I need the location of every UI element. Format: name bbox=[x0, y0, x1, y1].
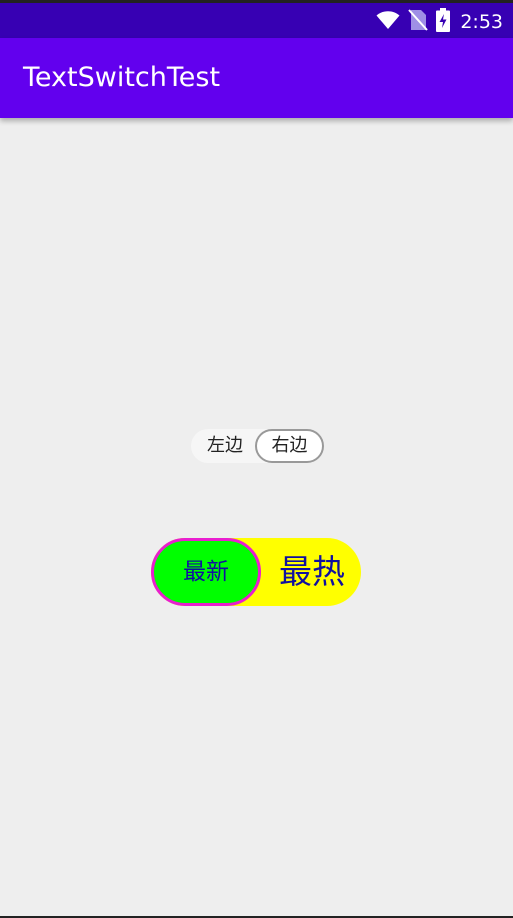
text-switch-small[interactable]: 左边 右边 bbox=[191, 429, 324, 463]
wifi-icon bbox=[376, 10, 400, 34]
large-switch-left-option[interactable]: 最新 bbox=[151, 538, 261, 606]
small-switch-right-option[interactable]: 右边 bbox=[255, 429, 324, 463]
app-title: TextSwitchTest bbox=[23, 62, 221, 93]
battery-charging-icon bbox=[436, 8, 451, 36]
status-icons: 2:53 bbox=[376, 8, 503, 36]
no-sim-icon bbox=[408, 9, 429, 35]
app-bar: TextSwitchTest bbox=[0, 38, 513, 118]
large-switch-right-option[interactable]: 最热 bbox=[263, 538, 361, 606]
text-switch-large[interactable]: 最新 最热 bbox=[151, 538, 361, 606]
status-time: 2:53 bbox=[460, 11, 503, 33]
small-switch-left-option[interactable]: 左边 bbox=[191, 429, 259, 463]
status-bar: 2:53 bbox=[0, 0, 513, 38]
